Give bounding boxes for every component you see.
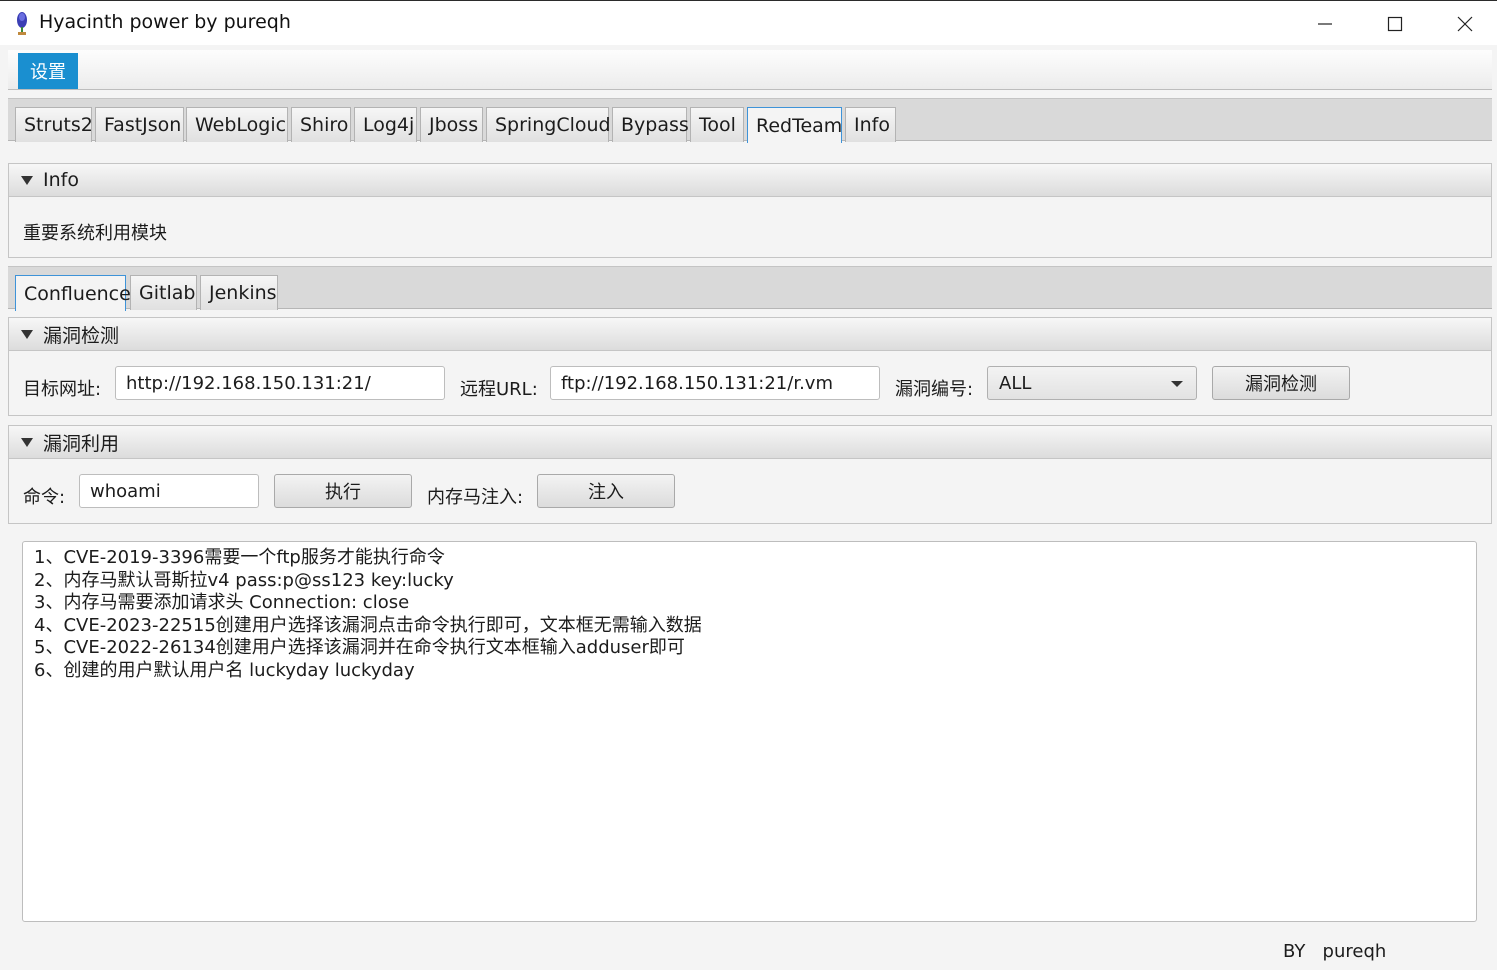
hyacinth-app-icon [17, 12, 27, 35]
sub-tab-bar: Confluence Gitlab Jenkins [8, 266, 1492, 311]
vuln-exploit-title: 漏洞利用 [43, 432, 120, 455]
tab-tool[interactable]: Tool [690, 107, 744, 142]
tab-jenkins[interactable]: Jenkins [200, 275, 278, 310]
settings-menu[interactable]: 设置 [18, 53, 78, 89]
info-pane-title: Info [43, 169, 79, 191]
tab-weblogic[interactable]: WebLogic [186, 107, 288, 142]
maximize-icon[interactable] [1360, 1, 1430, 46]
vuln-exploit-pane: 漏洞利用 命令: whoami 执行 内存马注入: 注入 [8, 425, 1492, 524]
vuln-detect-header[interactable]: 漏洞检测 [9, 318, 1491, 351]
command-input[interactable]: whoami [79, 474, 259, 508]
output-line: 4、CVE-2023-22515创建用户选择该漏洞点击命令执行即可，文本框无需输… [34, 614, 702, 636]
vuln-id-selected: ALL [999, 372, 1032, 394]
output-line: 1、CVE-2019-3396需要一个ftp服务才能执行命令 [34, 547, 445, 568]
collapse-arrow-icon [21, 175, 33, 185]
tab-log4j[interactable]: Log4j [354, 107, 417, 142]
vuln-detect-pane: 漏洞检测 目标网址: http://192.168.150.131:21/ 远程… [8, 317, 1492, 416]
output-line: 3、内存马需要添加请求头 Connection: close [34, 592, 410, 614]
tab-springcloud[interactable]: SpringCloud [486, 107, 611, 142]
remote-url-input[interactable]: ftp://192.168.150.131:21/r.vm [550, 366, 880, 400]
remote-url-label: 远程URL: [460, 379, 538, 400]
tab-info[interactable]: Info [845, 107, 896, 142]
collapse-arrow-icon [21, 437, 33, 447]
output-line: 5、CVE-2022-26134创建用户选择该漏洞并在命令执行文本框输入addu… [34, 637, 685, 659]
main-tab-bar: Struts2 FastJson WebLogic Shiro Log4j Jb… [8, 98, 1492, 143]
vuln-id-select[interactable]: ALL [987, 366, 1197, 400]
output-line: 2、内存马默认哥斯拉v4 pass:p@ss123 key:lucky [34, 569, 454, 591]
minimize-icon[interactable] [1290, 1, 1360, 46]
tab-bypass[interactable]: Bypass [612, 107, 689, 142]
vuln-detect-title: 漏洞检测 [43, 324, 120, 347]
tab-gitlab[interactable]: Gitlab [130, 275, 197, 310]
tab-shiro[interactable]: Shiro [291, 107, 351, 142]
execute-button[interactable]: 执行 [274, 474, 412, 508]
info-text: 重要系统利用模块 [23, 223, 167, 244]
chevron-down-icon [1171, 381, 1183, 387]
close-icon[interactable] [1430, 1, 1497, 46]
output-line: 6、创建的用户默认用户名 luckyday luckyday [34, 659, 415, 681]
memshell-inject-label: 内存马注入: [427, 487, 524, 508]
collapse-arrow-icon [21, 329, 33, 339]
inject-button[interactable]: 注入 [537, 474, 675, 508]
vuln-id-label: 漏洞编号: [895, 379, 974, 400]
command-label: 命令: [23, 487, 66, 508]
tab-struts2[interactable]: Struts2 [15, 107, 93, 142]
tab-jboss[interactable]: Jboss [420, 107, 483, 142]
target-url-input[interactable]: http://192.168.150.131:21/ [115, 366, 445, 400]
vuln-detect-button[interactable]: 漏洞检测 [1212, 366, 1350, 400]
title-bar: Hyacinth power by pureqh [0, 0, 1497, 45]
author-footer: BY pureqh [1283, 941, 1387, 962]
tab-fastjson[interactable]: FastJson [95, 107, 184, 142]
output-textarea[interactable]: 1、CVE-2019-3396需要一个ftp服务才能执行命令 2、内存马默认哥斯… [22, 541, 1477, 922]
target-url-label: 目标网址: [23, 379, 102, 400]
info-pane: Info 重要系统利用模块 [8, 163, 1492, 258]
menu-bar: 设置 [8, 50, 1492, 90]
window-title: Hyacinth power by pureqh [39, 11, 291, 33]
tab-redteam[interactable]: RedTeam [747, 107, 842, 143]
tab-confluence[interactable]: Confluence [15, 275, 131, 311]
info-pane-header[interactable]: Info [9, 164, 1491, 197]
vuln-exploit-header[interactable]: 漏洞利用 [9, 426, 1491, 459]
